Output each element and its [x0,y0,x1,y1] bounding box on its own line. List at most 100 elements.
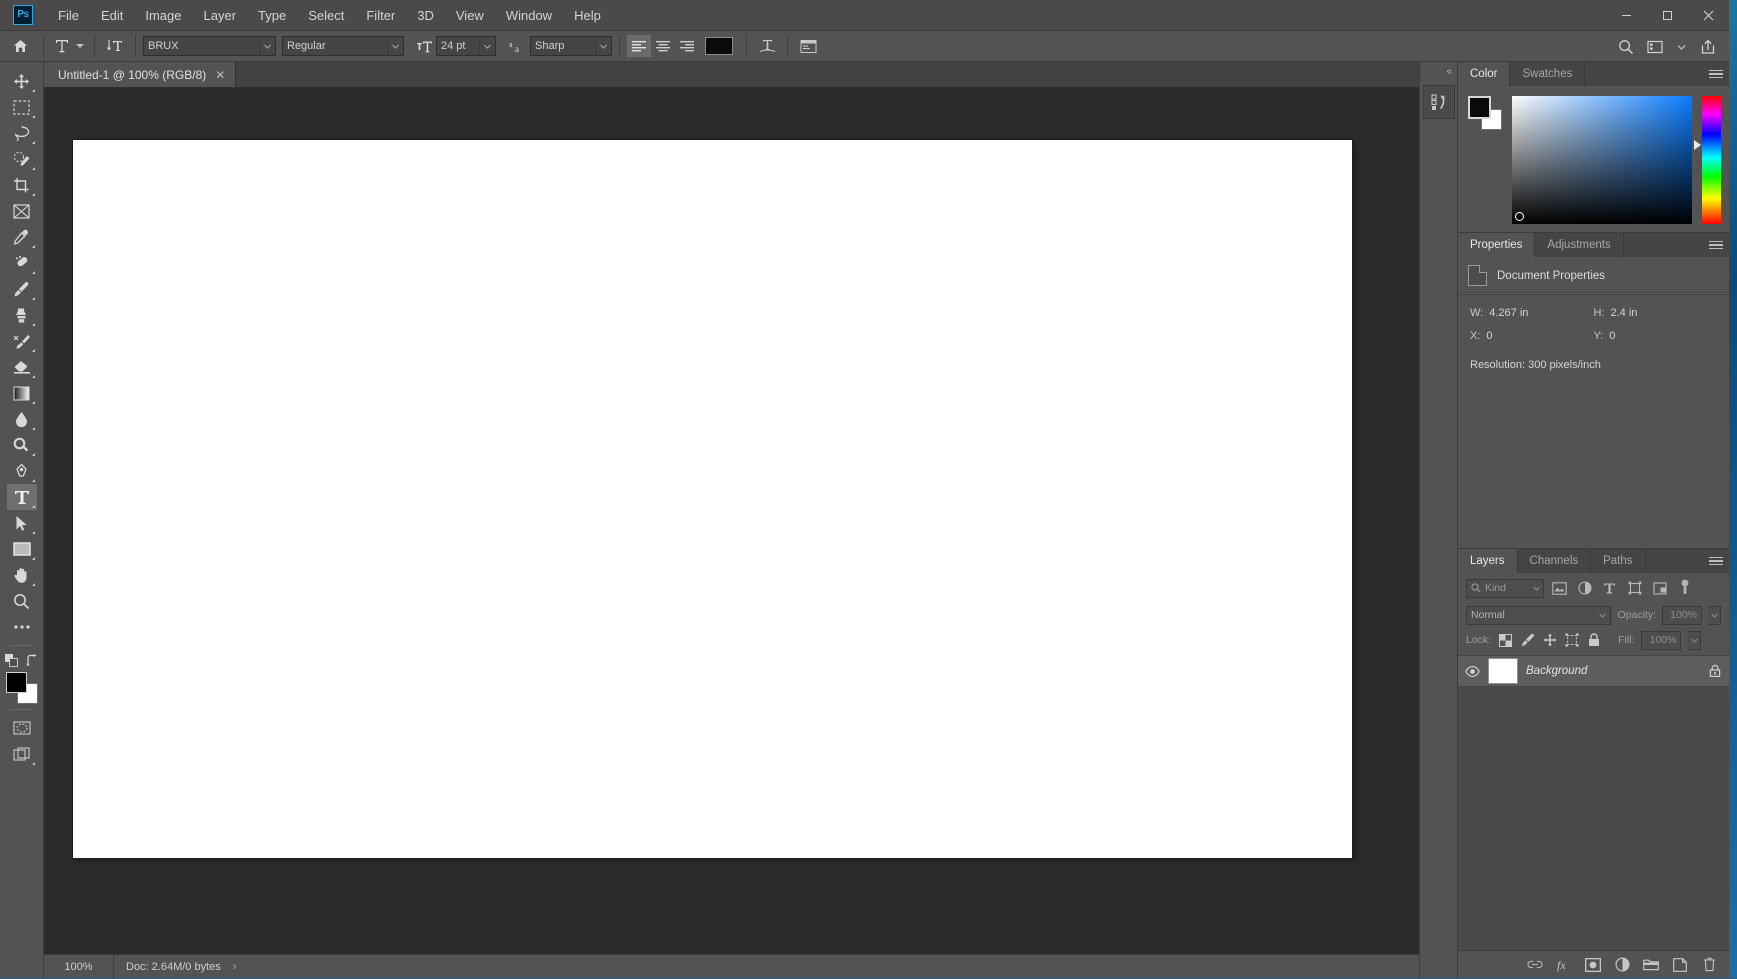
width-value[interactable]: 4.267 in [1489,307,1528,319]
x-value[interactable]: 0 [1486,330,1492,342]
lasso-tool[interactable] [7,120,37,146]
delete-layer-icon[interactable] [1701,957,1717,973]
libraries-icon[interactable] [1423,85,1455,119]
new-group-icon[interactable] [1643,957,1659,973]
fill-stepper[interactable] [1688,631,1701,650]
foreground-color-swatch[interactable] [6,672,27,693]
filter-adjustment-icon[interactable] [1575,579,1594,598]
layer-name[interactable]: Background [1526,665,1701,677]
crop-tool[interactable] [7,172,37,198]
menu-item-layer[interactable]: Layer [193,0,248,31]
maximize-button[interactable] [1647,0,1688,31]
frame-tool[interactable] [7,198,37,224]
home-icon[interactable] [4,34,36,58]
text-color-swatch[interactable] [705,37,733,55]
workspace-icon[interactable] [1641,35,1669,59]
layer-style-icon[interactable]: fx [1556,957,1572,973]
move-tool[interactable] [7,68,37,94]
tab-layers[interactable]: Layers [1458,549,1518,573]
menu-item-filter[interactable]: Filter [355,0,406,31]
font-size-input[interactable]: 24 pt [436,36,496,56]
collapse-panels-icon[interactable]: « [1420,66,1457,80]
tab-color[interactable]: Color [1458,62,1510,86]
filter-shape-icon[interactable] [1625,579,1644,598]
font-style-select[interactable]: Regular [282,36,404,56]
rectangle-tool[interactable] [7,536,37,562]
eraser-tool[interactable] [7,354,37,380]
menu-item-type[interactable]: Type [247,0,297,31]
rectangular-marquee-tool[interactable] [7,94,37,120]
hand-tool[interactable] [7,562,37,588]
color-field[interactable] [1512,96,1692,224]
default-colors-icon[interactable] [5,654,18,667]
menu-item-help[interactable]: Help [563,0,612,31]
blur-tool[interactable] [7,406,37,432]
color-panel-swatches[interactable] [1468,96,1502,130]
lock-image-pixels-icon[interactable] [1520,633,1535,648]
swap-colors-icon[interactable] [26,654,39,666]
layer-filter-kind-select[interactable]: Kind [1466,579,1544,598]
menu-item-view[interactable]: View [445,0,495,31]
eye-icon[interactable] [1464,666,1480,677]
align-left-button[interactable] [627,35,651,57]
warp-text-icon[interactable] [754,34,780,58]
height-value[interactable]: 2.4 in [1611,307,1638,319]
filter-pixel-icon[interactable] [1550,579,1569,598]
horizontal-type-tool[interactable] [7,484,37,510]
opacity-value[interactable]: 100% [1662,606,1702,625]
anti-aliasing-select[interactable]: Sharp [530,36,612,56]
menu-item-window[interactable]: Window [495,0,563,31]
filter-smart-object-icon[interactable] [1650,579,1669,598]
eyedropper-tool[interactable] [7,224,37,250]
font-family-select[interactable]: BRUX [143,36,276,56]
filter-type-icon[interactable] [1600,579,1619,598]
lock-position-icon[interactable] [1542,633,1557,648]
lock-all-icon[interactable] [1586,633,1601,648]
menu-item-file[interactable]: File [47,0,90,31]
align-right-button[interactable] [675,35,699,57]
menu-item-edit[interactable]: Edit [90,0,134,31]
layer-thumbnail[interactable] [1488,658,1518,684]
tool-preset-picker[interactable] [51,34,87,58]
quick-selection-tool[interactable] [7,146,37,172]
document-tab[interactable]: Untitled-1 @ 100% (RGB/8) ✕ [44,62,236,87]
zoom-level[interactable]: 100% [44,955,114,979]
clone-stamp-tool[interactable] [7,302,37,328]
close-icon[interactable]: ✕ [215,69,225,81]
document-canvas[interactable] [73,140,1352,858]
brush-tool[interactable] [7,276,37,302]
gradient-tool[interactable] [7,380,37,406]
panel-menu-icon[interactable] [1709,549,1723,573]
lock-artboard-nesting-icon[interactable] [1564,633,1579,648]
search-icon[interactable] [1611,35,1641,59]
link-layers-icon[interactable] [1527,957,1543,973]
zoom-tool[interactable] [7,588,37,614]
hue-slider[interactable] [1702,96,1721,224]
tab-adjustments[interactable]: Adjustments [1535,233,1623,257]
edit-toolbar-tool[interactable] [7,614,37,640]
layer-mask-icon[interactable] [1585,957,1601,973]
blend-mode-select[interactable]: Normal [1466,606,1611,625]
minimize-button[interactable] [1606,0,1647,31]
spot-healing-brush-tool[interactable] [7,250,37,276]
color-panel-foreground-swatch[interactable] [1468,96,1491,119]
chevron-down-icon[interactable] [1669,35,1693,59]
history-brush-tool[interactable] [7,328,37,354]
menu-item-image[interactable]: Image [134,0,192,31]
chevron-down-icon[interactable] [259,37,275,55]
menu-item-select[interactable]: Select [297,0,355,31]
status-expand-icon[interactable]: › [233,961,237,973]
adjustment-layer-icon[interactable] [1614,957,1630,973]
y-value[interactable]: 0 [1609,330,1615,342]
tab-channels[interactable]: Channels [1518,549,1592,573]
menu-item-3d[interactable]: 3D [406,0,445,31]
foreground-background-color[interactable] [6,672,38,704]
tab-paths[interactable]: Paths [1591,549,1645,573]
align-center-button[interactable] [651,35,675,57]
close-button[interactable] [1688,0,1729,31]
layer-row-background[interactable]: Background [1458,655,1729,687]
character-paragraph-panels-icon[interactable] [795,34,821,58]
lock-transparent-pixels-icon[interactable] [1498,633,1513,648]
chevron-down-icon[interactable] [387,37,403,55]
hue-slider-marker[interactable] [1694,140,1701,150]
